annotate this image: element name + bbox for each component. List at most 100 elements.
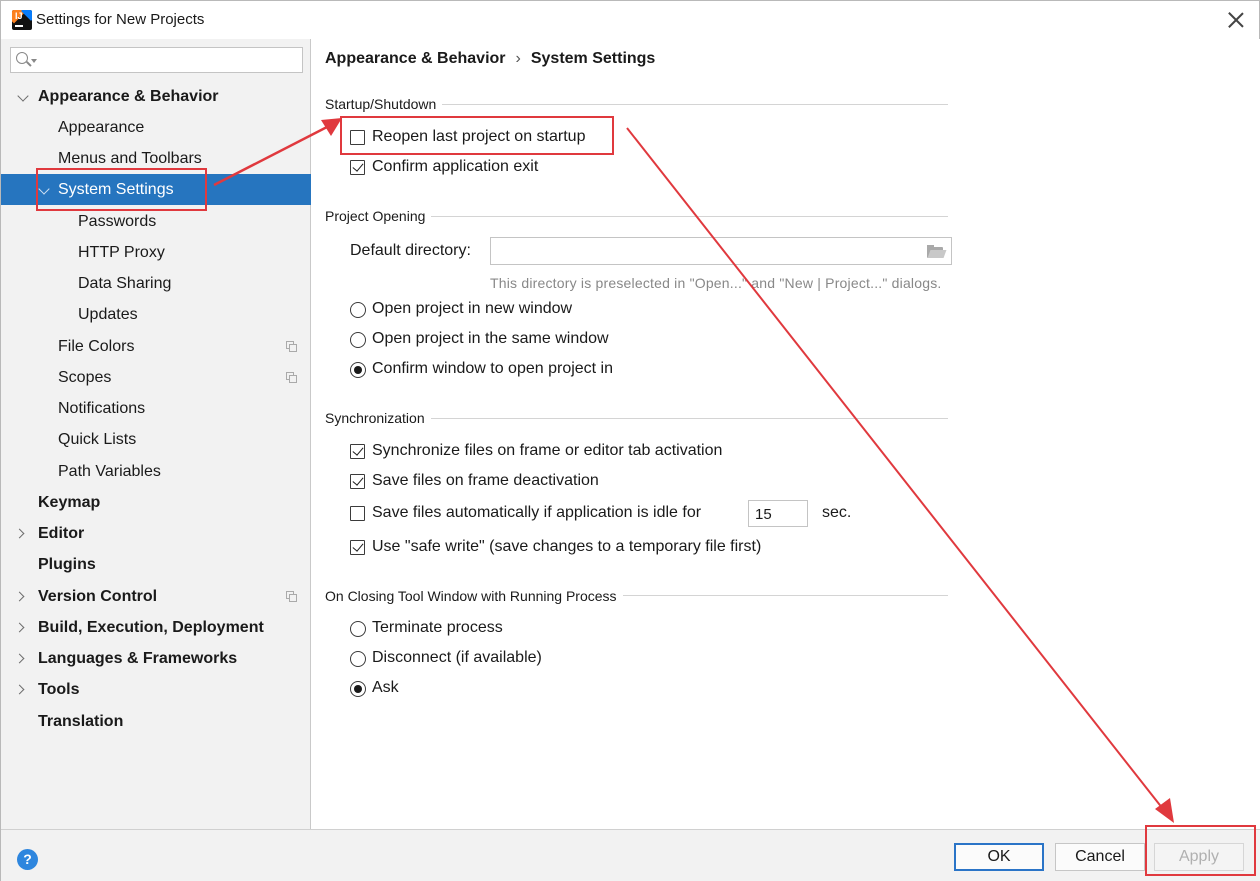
- group-title-project-opening: Project Opening: [325, 208, 432, 224]
- ask-option[interactable]: Ask: [350, 676, 610, 700]
- tree-item-build-execution-deployment[interactable]: Build, Execution, Deployment: [1, 612, 311, 643]
- tree-item-editor[interactable]: Editor: [1, 518, 311, 549]
- default-directory-field[interactable]: [490, 237, 952, 265]
- sync-on-activation-option[interactable]: Synchronize files on frame or editor tab…: [350, 439, 770, 463]
- tree-item-path-variables[interactable]: Path Variables: [1, 456, 311, 487]
- tree-item-file-colors[interactable]: File Colors: [1, 331, 311, 362]
- window-title: Settings for New Projects: [36, 11, 205, 28]
- apply-button[interactable]: Apply: [1154, 843, 1244, 871]
- tree-item-label: Keymap: [38, 494, 101, 511]
- save-when-idle-checkbox[interactable]: [350, 506, 365, 521]
- disconnect-radio[interactable]: [350, 651, 366, 667]
- tree-item-label: Build, Execution, Deployment: [38, 619, 264, 636]
- project-level-copy-icon: [286, 341, 297, 352]
- chevron-down-icon[interactable]: [38, 183, 50, 195]
- tree-item-menus-toolbars[interactable]: Menus and Toolbars: [1, 143, 311, 174]
- tree-item-translation[interactable]: Translation: [1, 706, 311, 737]
- open-same-window-option[interactable]: Open project in the same window: [350, 327, 650, 351]
- tree-item-http-proxy[interactable]: HTTP Proxy: [1, 237, 311, 268]
- tree-item-label: Languages & Frameworks: [38, 650, 238, 667]
- chevron-right-icon[interactable]: [14, 684, 25, 695]
- safe-write-checkbox[interactable]: [350, 540, 365, 555]
- ask-radio[interactable]: [350, 681, 366, 697]
- save-on-deactivation-checkbox[interactable]: [350, 474, 365, 489]
- chevron-down-icon[interactable]: [17, 90, 29, 102]
- idle-seconds-unit: sec.: [822, 504, 852, 521]
- tree-item-appearance-behavior[interactable]: Appearance & Behavior: [1, 81, 311, 112]
- chevron-right-icon[interactable]: [14, 528, 25, 539]
- cancel-button[interactable]: Cancel: [1055, 843, 1145, 871]
- tree-item-tools[interactable]: Tools: [1, 674, 311, 705]
- tree-item-label: Appearance: [58, 119, 145, 136]
- tree-item-passwords[interactable]: Passwords: [1, 206, 311, 237]
- search-options-dropdown-icon[interactable]: [31, 59, 37, 63]
- save-on-deactivation-option[interactable]: Save files on frame deactivation: [350, 469, 650, 493]
- settings-content-panel: Appearance & Behavior › System Settings St…: [312, 39, 1260, 829]
- default-directory-hint: This directory is preselected in "Open..…: [490, 275, 942, 291]
- tree-item-quick-lists[interactable]: Quick Lists: [1, 424, 311, 455]
- option-label: Use "safe write" (save changes to a temp…: [372, 538, 762, 555]
- terminate-process-option[interactable]: Terminate process: [350, 616, 610, 640]
- tree-item-data-sharing[interactable]: Data Sharing: [1, 268, 311, 299]
- tree-item-system-settings[interactable]: System Settings: [1, 174, 311, 205]
- settings-search-box[interactable]: [10, 47, 303, 73]
- project-level-copy-icon: [286, 591, 297, 602]
- default-directory-input[interactable]: [495, 241, 915, 261]
- tree-item-notifications[interactable]: Notifications: [1, 393, 311, 424]
- ok-button[interactable]: OK: [954, 843, 1044, 871]
- idle-seconds-input[interactable]: [755, 504, 803, 524]
- chevron-right-icon[interactable]: [14, 653, 25, 664]
- option-label: Confirm window to open project in: [372, 360, 614, 377]
- open-new-window-radio[interactable]: [350, 302, 366, 318]
- breadcrumb-current: System Settings: [530, 50, 656, 67]
- tree-item-updates[interactable]: Updates: [1, 299, 311, 330]
- folder-browse-icon[interactable]: [927, 245, 947, 258]
- tree-item-scopes[interactable]: Scopes: [1, 362, 311, 393]
- option-label: Ask: [372, 679, 399, 696]
- option-label: Open project in new window: [372, 300, 573, 317]
- safe-write-option[interactable]: Use "safe write" (save changes to a temp…: [350, 535, 790, 559]
- confirm-window-option[interactable]: Confirm window to open project in: [350, 357, 650, 381]
- tree-item-label: Passwords: [78, 213, 157, 230]
- sync-on-activation-checkbox[interactable]: [350, 444, 365, 459]
- tree-item-version-control[interactable]: Version Control: [1, 581, 311, 612]
- tree-item-label: Translation: [38, 713, 124, 730]
- project-level-copy-icon: [286, 372, 297, 383]
- confirm-exit-option[interactable]: Confirm application exit: [350, 155, 630, 179]
- title-bar: IJ Settings for New Projects: [1, 1, 1259, 39]
- reopen-last-project-checkbox[interactable]: [350, 130, 365, 145]
- confirm-exit-checkbox[interactable]: [350, 160, 365, 175]
- intellij-app-icon: IJ: [12, 10, 32, 30]
- tree-item-languages-frameworks[interactable]: Languages & Frameworks: [1, 643, 311, 674]
- tree-item-label: File Colors: [58, 338, 135, 355]
- terminate-process-radio[interactable]: [350, 621, 366, 637]
- breadcrumb-separator-icon: ›: [515, 50, 521, 67]
- option-label: Disconnect (if available): [372, 649, 542, 666]
- breadcrumb-parent[interactable]: Appearance & Behavior: [325, 50, 506, 67]
- tree-item-plugins[interactable]: Plugins: [1, 549, 311, 580]
- confirm-window-radio[interactable]: [350, 362, 366, 378]
- help-icon[interactable]: ?: [17, 849, 38, 870]
- dialog-footer: ? OK Cancel Apply: [1, 829, 1260, 881]
- option-label: Synchronize files on frame or editor tab…: [372, 442, 723, 459]
- open-same-window-radio[interactable]: [350, 332, 366, 348]
- settings-tree-sidebar: Appearance & Behavior Appearance Menus a…: [1, 39, 311, 829]
- tree-item-appearance[interactable]: Appearance: [1, 112, 311, 143]
- option-label: Open project in the same window: [372, 330, 609, 347]
- disconnect-option[interactable]: Disconnect (if available): [350, 646, 610, 670]
- save-when-idle-option[interactable]: Save files automatically if application …: [350, 501, 730, 525]
- tree-item-label: System Settings: [58, 181, 174, 198]
- option-label: Terminate process: [372, 619, 503, 636]
- open-new-window-option[interactable]: Open project in new window: [350, 297, 650, 321]
- tree-item-label: Notifications: [58, 400, 146, 417]
- group-title-startup: Startup/Shutdown: [325, 96, 443, 112]
- chevron-right-icon[interactable]: [14, 622, 25, 633]
- chevron-right-icon[interactable]: [14, 591, 25, 602]
- tree-item-keymap[interactable]: Keymap: [1, 487, 311, 518]
- close-icon[interactable]: [1225, 9, 1247, 31]
- reopen-last-project-option[interactable]: Reopen last project on startup: [350, 125, 630, 149]
- idle-seconds-field[interactable]: [748, 500, 808, 527]
- breadcrumb: Appearance & Behavior › System Settings: [325, 50, 655, 68]
- settings-dialog: IJ Settings for New Projects Appearance …: [0, 0, 1260, 881]
- settings-search-input[interactable]: [41, 50, 296, 70]
